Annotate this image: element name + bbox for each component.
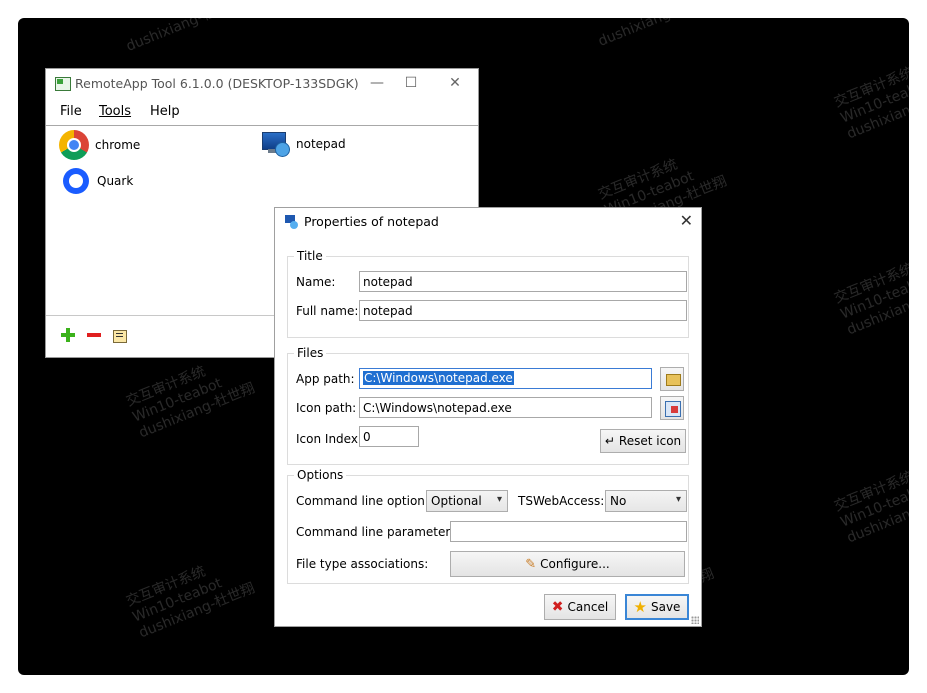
cmd-option-label: Command line option: bbox=[296, 494, 429, 508]
minimize-button[interactable]: — bbox=[366, 73, 388, 93]
app-item-notepad[interactable]: notepad bbox=[260, 130, 346, 158]
group-label: Files bbox=[294, 346, 327, 360]
menu-help[interactable]: Help bbox=[150, 104, 180, 119]
fullname-field[interactable] bbox=[359, 300, 687, 321]
files-group: Files App path: C:\Windows\notepad.exe I… bbox=[287, 346, 689, 465]
pencil-icon: ✎ bbox=[525, 556, 537, 572]
cmd-option-select[interactable]: Optional ▾ bbox=[426, 490, 508, 512]
notepad-icon bbox=[284, 215, 298, 229]
cancel-button[interactable]: ✖ Cancel bbox=[544, 594, 616, 620]
fullname-label: Full name: bbox=[296, 304, 359, 318]
icon-index-label: Icon Index: bbox=[296, 432, 362, 446]
add-app-icon[interactable] bbox=[60, 327, 76, 343]
resize-grip[interactable] bbox=[691, 616, 699, 624]
window-title: RemoteApp Tool 6.1.0.0 (DESKTOP-133SDGK) bbox=[75, 76, 359, 91]
app-path-field[interactable]: C:\Windows\notepad.exe bbox=[359, 368, 652, 389]
properties-icon[interactable] bbox=[112, 327, 128, 343]
enter-arrow-icon: ↵ bbox=[604, 434, 615, 448]
icon-index-field[interactable] bbox=[359, 426, 419, 447]
notepad-icon bbox=[260, 130, 290, 158]
browse-icon-button[interactable] bbox=[660, 396, 684, 420]
remove-app-icon[interactable] bbox=[86, 327, 102, 343]
quark-icon bbox=[63, 168, 89, 194]
tswebaccess-select[interactable]: No ▾ bbox=[605, 490, 687, 512]
chrome-icon bbox=[59, 130, 89, 160]
app-item-chrome[interactable]: chrome bbox=[59, 130, 140, 160]
chevron-down-icon: ▾ bbox=[496, 494, 502, 505]
close-button[interactable]: ✕ bbox=[444, 73, 466, 93]
reset-icon-button[interactable]: ↵ Reset icon bbox=[600, 429, 686, 453]
save-button[interactable]: ★ Save bbox=[625, 594, 689, 620]
app-label: chrome bbox=[95, 138, 141, 152]
options-group: Options Command line option: Optional ▾ T… bbox=[287, 468, 689, 584]
icon-path-field[interactable] bbox=[359, 397, 652, 418]
group-label: Title bbox=[294, 249, 326, 263]
icon-path-label: Icon path: bbox=[296, 401, 357, 415]
toolbar bbox=[60, 327, 128, 343]
properties-dialog: Properties of notepad ✕ Title Name: Full… bbox=[274, 207, 702, 627]
name-field[interactable] bbox=[359, 271, 687, 292]
name-label: Name: bbox=[296, 275, 336, 289]
title-group: Title Name: Full name: bbox=[287, 249, 689, 338]
close-icon[interactable]: ✕ bbox=[680, 211, 693, 230]
cmd-params-field[interactable] bbox=[450, 521, 687, 542]
group-label: Options bbox=[294, 468, 347, 482]
tswebaccess-label: TSWebAccess: bbox=[518, 494, 605, 508]
browse-app-button[interactable] bbox=[660, 367, 684, 391]
remoteapp-icon bbox=[55, 77, 71, 91]
folder-icon bbox=[666, 374, 681, 386]
file-assoc-label: File type associations: bbox=[296, 557, 429, 571]
menu-bar: File Tools Help bbox=[46, 99, 478, 126]
app-path-label: App path: bbox=[296, 372, 355, 386]
chevron-down-icon: ▾ bbox=[675, 494, 681, 505]
dialog-title: Properties of notepad bbox=[304, 214, 439, 229]
cancel-x-icon: ✖ bbox=[551, 599, 564, 615]
icon-picker-icon bbox=[665, 401, 681, 417]
maximize-button[interactable]: ☐ bbox=[400, 73, 422, 93]
menu-file[interactable]: File bbox=[60, 104, 82, 119]
title-bar[interactable]: RemoteApp Tool 6.1.0.0 (DESKTOP-133SDGK)… bbox=[46, 69, 478, 99]
app-item-quark[interactable]: Quark bbox=[61, 168, 133, 194]
app-label: notepad bbox=[296, 137, 346, 151]
configure-button[interactable]: ✎ Configure... bbox=[450, 551, 685, 577]
app-label: Quark bbox=[97, 174, 134, 188]
cmd-params-label: Command line parameters: bbox=[296, 525, 461, 539]
menu-tools[interactable]: Tools bbox=[99, 104, 131, 119]
star-icon: ★ bbox=[633, 598, 647, 616]
